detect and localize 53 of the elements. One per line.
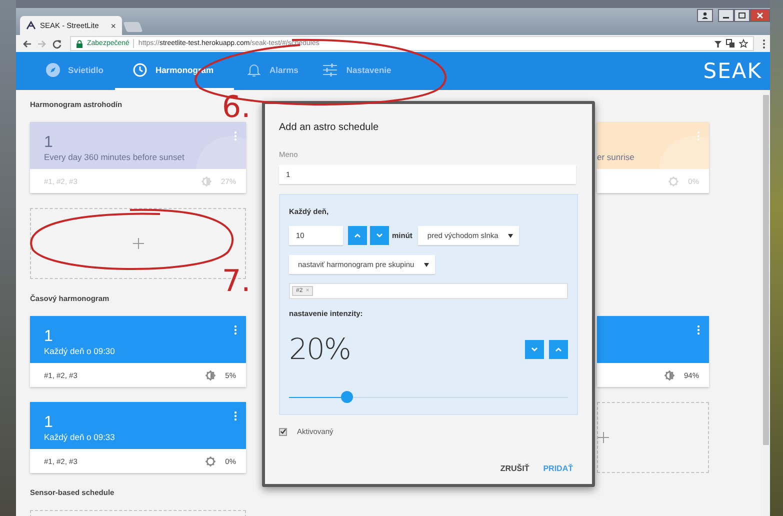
star-icon[interactable]: [739, 39, 748, 48]
schedule-description: Každý deň o 09:30: [44, 346, 116, 357]
annotation-number: 7.: [222, 266, 251, 298]
plus-icon: [598, 432, 609, 443]
compass-icon: [46, 63, 60, 77]
clock-icon: [133, 63, 148, 77]
plus-icon: [132, 238, 144, 249]
chevron-up-icon: [555, 346, 562, 352]
schedule-name: 1: [44, 414, 54, 432]
intensity-value: 20%: [289, 332, 350, 366]
maximize-icon: [738, 12, 746, 19]
translate-icon[interactable]: [726, 39, 735, 48]
sliders-icon: [322, 63, 338, 77]
dialog-button[interactable]: ZRUŠIŤ: [495, 460, 534, 477]
logo: SEAK: [703, 59, 762, 83]
caret-icon: [424, 262, 430, 266]
dialog-title: Add an astro schedule: [279, 122, 380, 133]
schedule-description: Každý deň o 09:33: [44, 432, 116, 443]
lock-icon: [76, 40, 83, 48]
schedule-description: Every day 360 minutes before sunset: [44, 152, 186, 163]
more-icon[interactable]: [697, 325, 700, 335]
user-icon: [701, 12, 709, 19]
minimize-button[interactable]: [718, 9, 734, 22]
menu-icon[interactable]: [762, 38, 766, 48]
maximize-button[interactable]: [734, 9, 750, 22]
reload-icon[interactable]: [52, 38, 62, 48]
user-button[interactable]: [697, 9, 713, 22]
schedule-name: 1: [44, 328, 54, 346]
schedule-description: er sunrise: [597, 152, 636, 163]
bell-icon: [246, 62, 262, 78]
decrement-button[interactable]: [525, 340, 544, 358]
schedule-name: 1: [44, 134, 54, 152]
increment-button[interactable]: [348, 226, 367, 245]
close-button[interactable]: [750, 9, 770, 22]
more-icon[interactable]: [234, 411, 237, 421]
filter-icon[interactable]: [714, 40, 722, 48]
increment-button[interactable]: [549, 340, 568, 358]
checkbox[interactable]: [279, 428, 287, 436]
chevron-down-icon: [531, 346, 538, 352]
close-icon: [756, 12, 764, 19]
chevron-down-icon: [376, 233, 383, 238]
tab-close-button[interactable]: ×: [110, 20, 116, 30]
back-icon[interactable]: [22, 38, 32, 48]
logo-icon: [26, 21, 36, 30]
annotation-number: 6.: [222, 92, 251, 124]
forward-icon[interactable]: [37, 38, 47, 48]
intensity-slider[interactable]: [289, 391, 568, 403]
chevron-up-icon: [354, 233, 361, 238]
new-tab-button[interactable]: [123, 22, 143, 32]
more-icon[interactable]: [234, 325, 237, 335]
slider-thumb[interactable]: [340, 391, 353, 403]
decrement-button[interactable]: [370, 226, 389, 245]
caret-icon: [508, 234, 514, 238]
